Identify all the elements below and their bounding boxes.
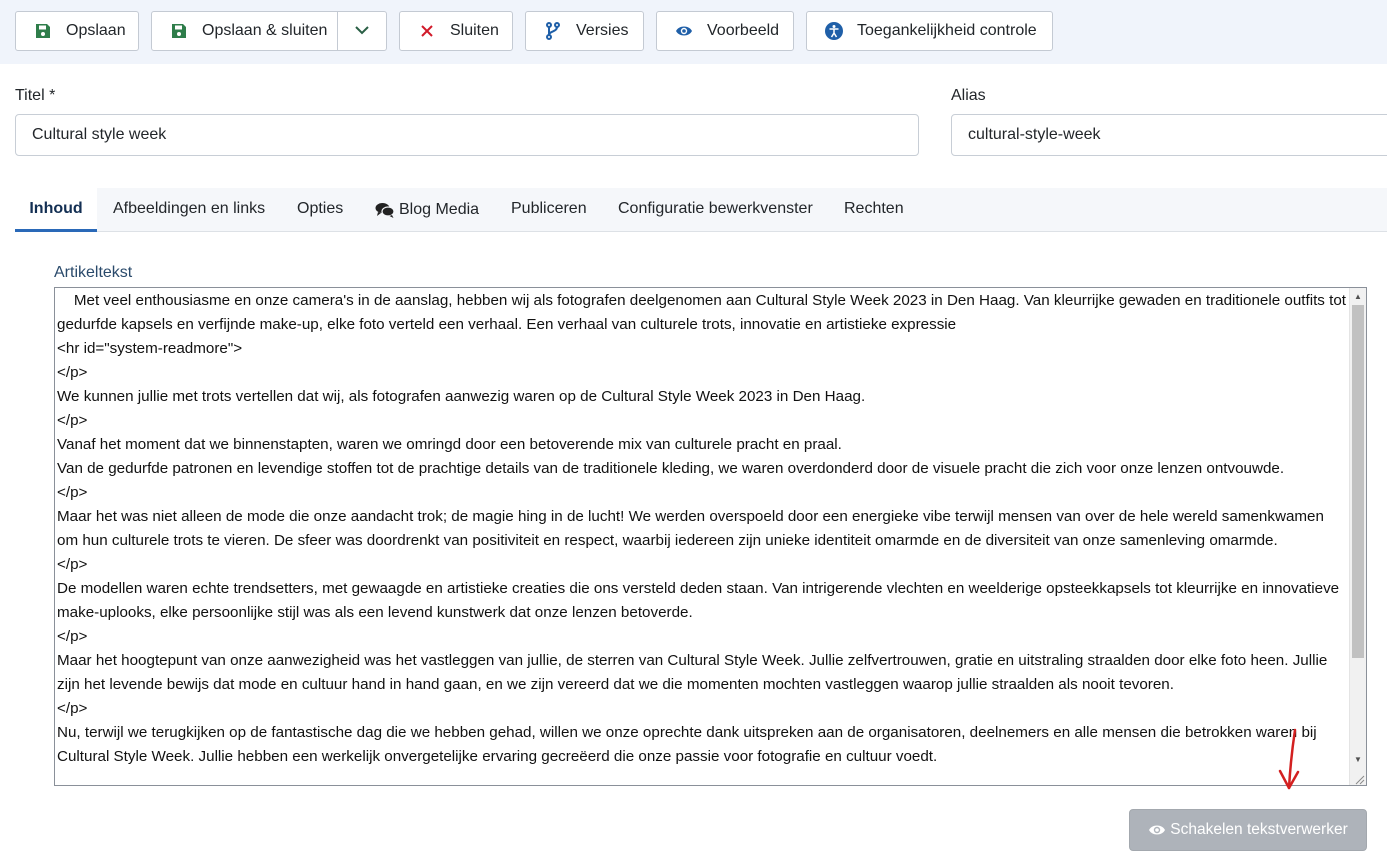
alias-input[interactable]: [951, 114, 1387, 156]
toolbar: Opslaan Opslaan & sluiten Sluiten Versie…: [0, 0, 1387, 64]
tab-publiceren[interactable]: Publiceren: [511, 188, 587, 232]
eye-icon: [675, 22, 693, 40]
versions-button[interactable]: Versies: [525, 11, 644, 51]
tab-blog-media-label: Blog Media: [399, 201, 480, 218]
article-text-editor[interactable]: Met veel enthousiasme en onze camera's i…: [54, 287, 1367, 786]
title-label: Titel *: [15, 87, 56, 104]
close-button[interactable]: Sluiten: [399, 11, 513, 51]
accessibility-check-button[interactable]: Toegankelijkheid controle: [806, 11, 1053, 51]
tab-afbeeldingen-en-links[interactable]: Afbeeldingen en links: [113, 188, 265, 232]
save-close-label: Opslaan & sluiten: [202, 22, 328, 39]
save-close-button[interactable]: Opslaan & sluiten: [151, 11, 338, 51]
eye-icon: [1148, 823, 1166, 837]
tab-bar: Inhoud Afbeeldingen en links Opties Blog…: [15, 188, 1387, 232]
alias-label: Alias: [951, 87, 986, 104]
save-button[interactable]: Opslaan: [15, 11, 139, 51]
chevron-down-icon: [355, 22, 369, 40]
tab-opties[interactable]: Opties: [297, 188, 343, 232]
preview-label: Voorbeeld: [707, 22, 780, 39]
resize-grip-icon[interactable]: [1353, 772, 1365, 785]
tab-blog-media[interactable]: Blog Media: [375, 188, 479, 232]
save-label: Opslaan: [66, 22, 126, 39]
close-label: Sluiten: [450, 22, 499, 39]
editor-scrollbar[interactable]: ▲ ▼: [1349, 288, 1366, 785]
tab-rechten[interactable]: Rechten: [844, 188, 904, 232]
preview-button[interactable]: Voorbeeld: [656, 11, 794, 51]
title-input[interactable]: [15, 114, 919, 156]
versions-label: Versies: [576, 22, 629, 39]
scroll-thumb[interactable]: [1352, 305, 1364, 658]
article-text-content[interactable]: Met veel enthousiasme en onze camera's i…: [57, 289, 1347, 769]
floppy-disk-icon: [170, 22, 188, 40]
close-icon: [418, 22, 436, 40]
tab-configuratie-bewerkvenster[interactable]: Configuratie bewerkvenster: [618, 188, 813, 232]
save-options-dropdown[interactable]: [337, 11, 387, 51]
toggle-editor-button[interactable]: Schakelen tekstverwerker: [1129, 809, 1367, 851]
tab-inhoud[interactable]: Inhoud: [15, 188, 97, 232]
red-arrow-annotation-icon: [1268, 726, 1308, 796]
toggle-editor-label: Schakelen tekstverwerker: [1170, 821, 1348, 838]
comments-icon: [375, 202, 395, 218]
universal-access-icon: [825, 22, 843, 40]
accessibility-check-label: Toegankelijkheid controle: [857, 22, 1037, 39]
floppy-disk-icon: [34, 22, 52, 40]
article-text-label: Artikeltekst: [54, 264, 133, 281]
scroll-down-arrow-icon[interactable]: ▼: [1350, 751, 1366, 767]
scroll-up-arrow-icon[interactable]: ▲: [1350, 288, 1366, 304]
code-branch-icon: [544, 22, 562, 40]
